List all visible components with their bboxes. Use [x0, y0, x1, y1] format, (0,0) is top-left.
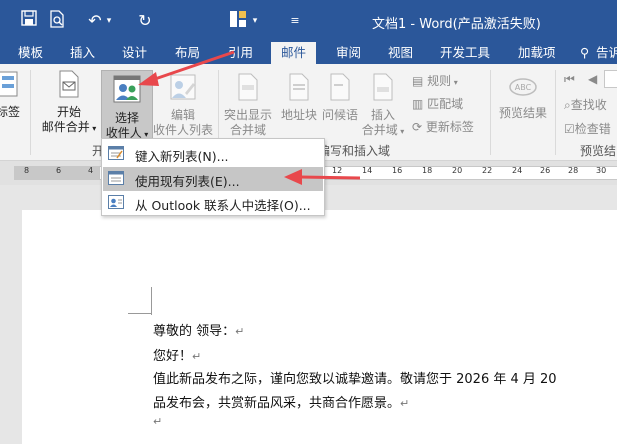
ruler-number: 14	[362, 166, 373, 175]
ruler-number: 22	[482, 166, 493, 175]
insert-merge-field-button[interactable]: 插入 合并域 ▾	[360, 73, 406, 139]
ribbon-tabs: 模板 插入 设计 布局 引用 邮件 审阅 视图 开发工具 加载项 ⚲ 告诉	[0, 42, 617, 64]
layout-icon[interactable]	[228, 10, 248, 32]
doc-paragraph[interactable]: 值此新品发布之际，谨向您致以诚挚邀请。敬请您于 2026 年 4 月 20	[153, 368, 557, 387]
separator	[490, 70, 491, 155]
address-block-button[interactable]: 地址块	[279, 73, 319, 123]
update-labels-icon: ⟳	[412, 120, 426, 134]
separator	[555, 70, 556, 155]
preview-results-icon: ABC	[494, 75, 552, 103]
svg-text:ABC: ABC	[515, 83, 532, 92]
undo-dropdown-icon[interactable]: ▾	[104, 10, 114, 32]
tab-design[interactable]: 设计	[122, 42, 147, 64]
edit-recipient-list-button[interactable]: 编辑 收件人列表	[152, 73, 214, 138]
recipients-icon	[102, 74, 152, 108]
group-label-write-insert: 编写和插入域	[318, 144, 391, 158]
ruler-number: 16	[392, 166, 403, 175]
outlook-contacts-icon	[108, 195, 124, 209]
insert-field-icon	[360, 73, 406, 105]
menu-item-type-new-list[interactable]: 键入新列表(N)...	[103, 142, 323, 166]
menu-item-outlook-contacts[interactable]: 从 Outlook 联系人中选择(O)...	[103, 191, 323, 215]
doc-paragraph[interactable]: 您好！↵	[153, 345, 201, 364]
ruler-number: 18	[422, 166, 433, 175]
edit-list-icon	[152, 73, 214, 105]
ruler-number: 4	[88, 166, 94, 175]
tab-review[interactable]: 审阅	[336, 42, 361, 64]
find-recipient-button[interactable]: ⌕查找收	[564, 96, 607, 113]
print-preview-icon[interactable]	[48, 10, 66, 32]
ruler-number: 12	[332, 166, 343, 175]
save-icon[interactable]	[20, 10, 38, 32]
greeting-line-button[interactable]: 问候语	[320, 73, 360, 123]
select-recipients-button[interactable]: 选择 收件人 ▾	[101, 70, 153, 143]
new-list-icon	[108, 146, 124, 160]
margin-corner-mark	[148, 287, 152, 315]
select-recipients-menu: 键入新列表(N)... 使用现有列表(E)... 从 Outlook 联系人中选…	[101, 138, 325, 216]
match-fields-button[interactable]: ▥ 匹配域	[412, 95, 463, 112]
labels-button[interactable]: 标签	[0, 70, 22, 120]
doc-paragraph[interactable]: ↵	[153, 414, 162, 429]
rules-icon: ▤	[412, 74, 428, 88]
window-title: 文档1 - Word(产品激活失败)	[372, 17, 541, 32]
tab-addins[interactable]: 加载项	[518, 42, 556, 64]
greeting-line-icon	[320, 73, 360, 105]
highlight-fields-icon	[222, 73, 274, 105]
undo-icon[interactable]: ↶	[86, 10, 104, 32]
start-mail-merge-button[interactable]: 开始 邮件合并 ▾	[38, 70, 100, 136]
tab-view[interactable]: 视图	[388, 42, 413, 64]
customize-qat-icon[interactable]: ≡	[288, 10, 302, 32]
margin-corner-mark	[128, 313, 152, 314]
find-icon: ⌕	[564, 98, 571, 112]
ruler-number: 28	[568, 166, 579, 175]
first-record-button[interactable]: ⏮	[564, 72, 575, 87]
mail-merge-icon	[38, 70, 100, 102]
paragraph-mark-icon: ↵	[153, 415, 163, 428]
tab-templates[interactable]: 模板	[18, 42, 43, 64]
tab-insert[interactable]: 插入	[70, 42, 95, 64]
tab-tell-me[interactable]: 告诉	[596, 42, 617, 64]
chevron-down-icon: ▾	[89, 124, 97, 133]
paragraph-mark-icon: ↵	[192, 350, 202, 363]
doc-paragraph[interactable]: 尊敬的 领导：↵	[153, 320, 244, 339]
redo-icon[interactable]: ↻	[136, 10, 154, 32]
ruler-number: 6	[56, 166, 62, 175]
tab-references[interactable]: 引用	[228, 42, 253, 64]
check-errors-button[interactable]: ☑检查错	[564, 120, 611, 137]
existing-list-icon	[108, 171, 124, 185]
previous-record-button[interactable]: ◀	[588, 72, 597, 86]
title-bar: ↶ ▾ ↻ ▾ ≡ 文档1 - Word(产品激活失败)	[0, 0, 617, 42]
tab-layout[interactable]: 布局	[175, 42, 200, 64]
ruler-number: 26	[540, 166, 551, 175]
ruler-number: 30	[596, 166, 607, 175]
check-icon: ☑	[564, 122, 575, 136]
tab-developer[interactable]: 开发工具	[440, 42, 490, 64]
ruler-number: 8	[24, 166, 30, 175]
ruler-number: 24	[512, 166, 523, 175]
ruler-number: 20	[452, 166, 463, 175]
group-label-preview: 预览结	[580, 144, 617, 158]
highlight-merge-fields-button[interactable]: 突出显示 合并域	[222, 73, 274, 138]
labels-icon	[0, 70, 22, 102]
tab-mailings[interactable]: 邮件	[271, 42, 317, 64]
layout-dropdown-icon[interactable]: ▾	[250, 10, 260, 32]
paragraph-mark-icon: ↵	[400, 397, 410, 410]
paragraph-mark-icon: ↵	[235, 325, 245, 338]
menu-item-use-existing-list[interactable]: 使用现有列表(E)...	[103, 167, 323, 191]
rules-button[interactable]: ▤ 规则 ▾	[412, 72, 458, 89]
match-fields-icon: ▥	[412, 97, 428, 111]
address-block-icon	[279, 73, 319, 105]
separator	[30, 70, 31, 155]
lightbulb-icon[interactable]: ⚲	[580, 42, 589, 64]
preview-results-button[interactable]: ABC 预览结果	[494, 75, 552, 121]
record-number-field[interactable]	[604, 70, 617, 88]
select-recipients-content: 选择 收件人 ▾	[102, 74, 152, 142]
update-labels-button[interactable]: ⟳ 更新标签	[412, 118, 474, 135]
chevron-down-icon: ▾	[397, 127, 405, 136]
doc-paragraph[interactable]: 品发布会，共赏新品风采，共商合作愿景。↵	[153, 392, 409, 411]
